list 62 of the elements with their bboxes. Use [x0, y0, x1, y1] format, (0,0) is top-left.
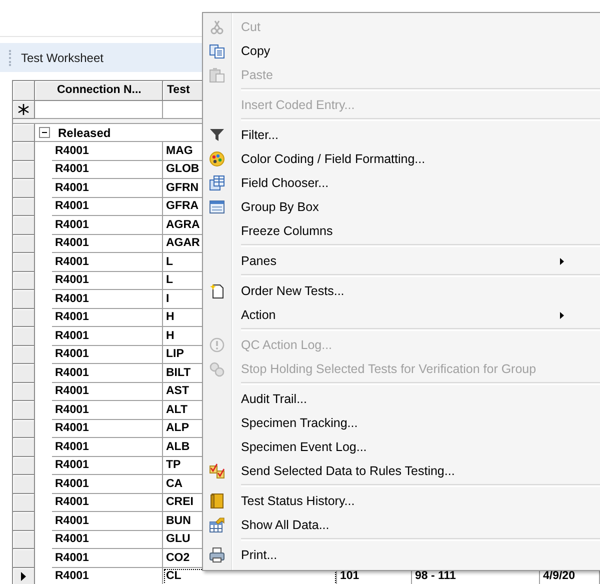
- menu-item[interactable]: Group By Box: [203, 195, 600, 219]
- table-cell[interactable]: R4001: [52, 179, 163, 198]
- new-document-icon: [209, 283, 225, 299]
- menu-item[interactable]: Action: [203, 303, 600, 327]
- table-cell[interactable]: R4001: [52, 290, 163, 308]
- table-cell[interactable]: R4001: [52, 568, 163, 584]
- table-cell[interactable]: R4001: [52, 253, 163, 272]
- field-list-icon: [209, 175, 225, 191]
- menu-item[interactable]: Send Selected Data to Rules Testing...: [203, 459, 600, 483]
- table-cell[interactable]: R4001: [52, 327, 163, 346]
- pane-title: Test Worksheet: [21, 50, 104, 64]
- table-cell[interactable]: R4001: [52, 234, 163, 253]
- grip-icon: [9, 50, 13, 66]
- menu-item[interactable]: Print...: [203, 543, 600, 567]
- menu-item[interactable]: Test Status History...: [203, 489, 600, 513]
- group-label: Released: [58, 126, 111, 140]
- table-cell[interactable]: R4001: [52, 512, 163, 530]
- menu-item[interactable]: Copy: [203, 39, 600, 63]
- table-cell[interactable]: R4001: [52, 272, 163, 290]
- row-selector[interactable]: [13, 568, 35, 584]
- table-cell[interactable]: R4001: [52, 198, 163, 216]
- table-cell[interactable]: R4001: [52, 364, 163, 382]
- menu-item[interactable]: Filter...: [203, 123, 600, 147]
- table-arrow-icon: [209, 517, 225, 533]
- gears-icon: [209, 361, 225, 377]
- menu-item[interactable]: Specimen Tracking...: [203, 411, 600, 435]
- window-icon: [209, 199, 225, 215]
- book-icon: [209, 493, 225, 509]
- clipboard-icon: [209, 67, 225, 83]
- checklist-icon: [209, 463, 225, 479]
- table-cell[interactable]: R4001: [52, 401, 163, 420]
- table-cell[interactable]: R4001: [52, 475, 163, 494]
- table-cell[interactable]: R4001: [52, 160, 163, 179]
- menu-item[interactable]: Show All Data...: [203, 513, 600, 537]
- menu-item[interactable]: Order New Tests...: [203, 279, 600, 303]
- table-cell[interactable]: R4001: [52, 142, 163, 160]
- palette-icon: [209, 151, 225, 167]
- table-cell[interactable]: R4001: [52, 216, 163, 234]
- documents-icon: [209, 43, 225, 59]
- table-cell[interactable]: R4001: [52, 456, 163, 475]
- column-header[interactable]: Connection N...: [35, 81, 163, 100]
- new-row-icon: [18, 104, 29, 115]
- menu-item[interactable]: Panes: [203, 249, 600, 273]
- menu-item[interactable]: Freeze Columns: [203, 219, 600, 243]
- table-cell[interactable]: R4001: [52, 530, 163, 549]
- table-cell[interactable]: R4001: [52, 308, 163, 327]
- table-cell[interactable]: R4001: [52, 420, 163, 438]
- scissors-icon: [209, 19, 225, 35]
- menu-item[interactable]: Color Coding / Field Formatting...: [203, 147, 600, 171]
- row-selector[interactable]: [13, 100, 35, 119]
- table-cell[interactable]: R4001: [52, 438, 163, 456]
- table-cell[interactable]: R4001: [52, 382, 163, 401]
- table-cell[interactable]: R4001: [52, 549, 163, 568]
- menu-item[interactable]: Audit Trail...: [203, 387, 600, 411]
- menu-item[interactable]: Specimen Event Log...: [203, 435, 600, 459]
- table-cell[interactable]: R4001: [52, 494, 163, 512]
- collapse-toggle[interactable]: [39, 127, 50, 138]
- exclamation-icon: [209, 337, 225, 353]
- menu-item[interactable]: Field Chooser...: [203, 171, 600, 195]
- table-cell[interactable]: R4001: [52, 346, 163, 364]
- table-cell[interactable]: [35, 100, 163, 119]
- printer-icon: [209, 547, 225, 563]
